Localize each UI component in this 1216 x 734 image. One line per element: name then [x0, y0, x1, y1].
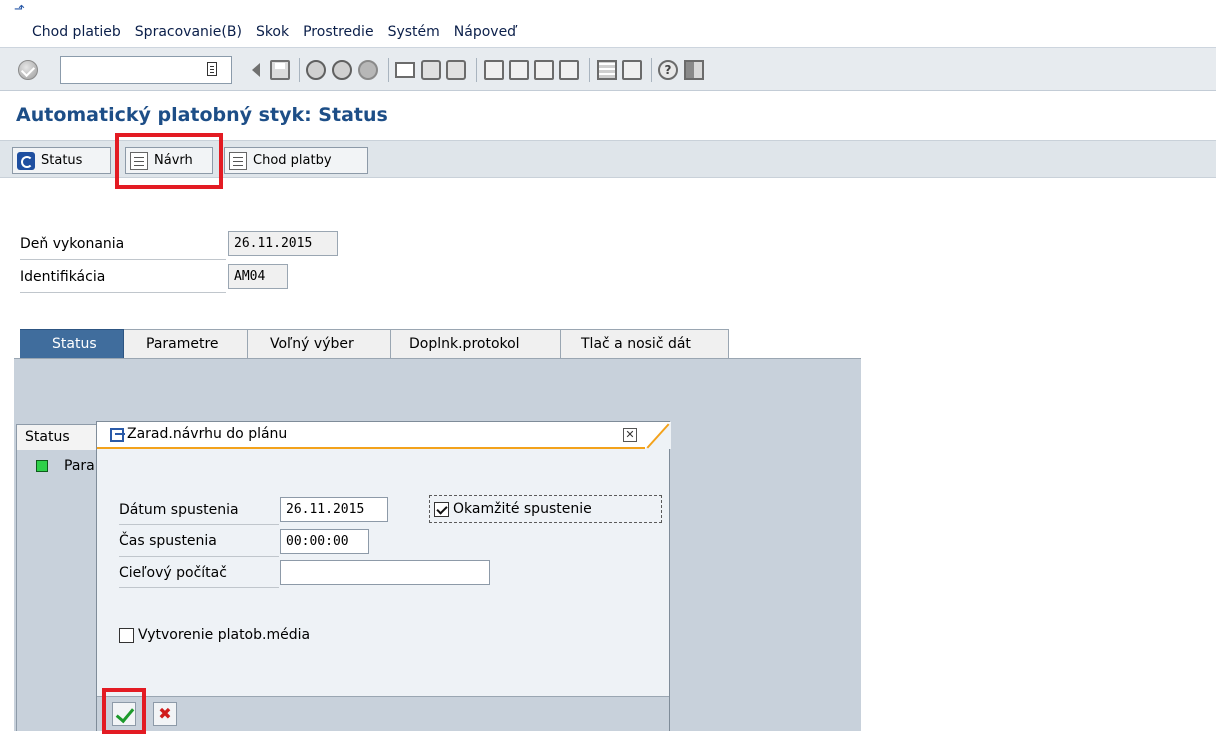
- menu-chod-platieb[interactable]: Chod platieb: [32, 24, 121, 40]
- toolbar-separator: [299, 58, 300, 82]
- cancel-icon[interactable]: [358, 60, 378, 80]
- run-date-label: Deň vykonania: [20, 236, 125, 252]
- highlight-frame-proposal: [115, 133, 223, 189]
- tab-strip: Status Parametre Voľný výber Doplnk.prot…: [20, 329, 729, 358]
- menu-prostredie[interactable]: Prostredie: [303, 24, 373, 40]
- menu-skok[interactable]: Skok: [256, 24, 289, 40]
- run-date-value: 26.11.2015: [228, 231, 338, 256]
- page-title: Automatický platobný styk: Status: [16, 104, 388, 126]
- status-ok-icon: [36, 460, 48, 472]
- app-window-icon[interactable]: ⬏: [14, 2, 30, 18]
- dialog-titlebar: Zarad.návrhu do plánu ✕: [97, 422, 669, 449]
- new-session-icon[interactable]: [597, 60, 617, 80]
- tab-tlac-nosic[interactable]: Tlač a nosič dát: [561, 329, 729, 358]
- exit-icon[interactable]: [332, 60, 352, 80]
- find-icon[interactable]: [421, 60, 441, 80]
- dialog-title: Zarad.návrhu do plánu: [127, 426, 288, 442]
- start-time-label: Čas spustenia: [119, 533, 217, 549]
- field-divider: [20, 259, 226, 260]
- next-page-icon[interactable]: [534, 60, 554, 80]
- toolbar-separator: [476, 58, 477, 82]
- layout-icon[interactable]: [684, 60, 704, 80]
- prev-page-icon[interactable]: [509, 60, 529, 80]
- identification-value: AM04: [228, 264, 288, 289]
- first-page-icon[interactable]: [484, 60, 504, 80]
- refresh-icon: [17, 151, 35, 170]
- create-media-checkbox[interactable]: Vytvorenie platob.média: [119, 627, 310, 643]
- application-toolbar: Status Návrh Chod platby: [0, 133, 1216, 189]
- status-button[interactable]: Status: [12, 147, 111, 174]
- field-divider: [119, 524, 279, 525]
- command-history-icon[interactable]: [207, 62, 217, 76]
- find-next-icon[interactable]: [446, 60, 466, 80]
- save-icon[interactable]: [270, 60, 290, 80]
- toolbar-separator: [388, 58, 389, 82]
- toolbar-separator: [651, 58, 652, 82]
- highlight-frame-confirm: [102, 688, 146, 734]
- enter-icon[interactable]: [18, 60, 38, 80]
- menu-napoved[interactable]: Nápoveď: [454, 24, 516, 40]
- payment-run-button-label: Chod platby: [253, 153, 332, 168]
- start-date-label: Dátum spustenia: [119, 502, 239, 518]
- status-line-text: Para: [64, 458, 95, 474]
- tab-doplnk-protokol[interactable]: Doplnk.protokol: [391, 329, 561, 358]
- dialog-window-icon[interactable]: [110, 428, 125, 442]
- help-icon[interactable]: ?: [658, 60, 678, 80]
- menu-system[interactable]: Systém: [388, 24, 440, 40]
- target-host-field[interactable]: [280, 560, 490, 585]
- shortcut-icon[interactable]: [622, 60, 642, 80]
- identification-label: Identifikácia: [20, 269, 106, 285]
- last-page-icon[interactable]: [559, 60, 579, 80]
- checkbox-unchecked-icon: [119, 627, 134, 643]
- payment-run-button[interactable]: Chod platby: [224, 147, 368, 174]
- schedule-proposal-dialog: Zarad.návrhu do plánu ✕ Dátum spustenia …: [96, 421, 671, 734]
- field-divider: [20, 292, 226, 293]
- standard-toolbar: ?: [0, 47, 1216, 91]
- start-date-field[interactable]: 26.11.2015: [280, 497, 388, 522]
- create-media-label: Vytvorenie platob.média: [138, 627, 311, 643]
- back-icon[interactable]: [252, 63, 260, 77]
- dialog-title-corner: [645, 422, 671, 449]
- dialog-footer: ✖: [97, 688, 669, 734]
- checkbox-checked-icon: [434, 501, 449, 517]
- menu-bar: Chod platieb Spracovanie(B) Skok Prostre…: [0, 18, 1216, 46]
- print-icon[interactable]: [395, 62, 415, 78]
- inner-tab-status[interactable]: Status: [16, 424, 98, 450]
- field-divider: [119, 556, 279, 557]
- immediate-start-label: Okamžité spustenie: [453, 501, 592, 517]
- tab-status[interactable]: Status: [20, 329, 124, 358]
- back-nav-icon[interactable]: [306, 60, 326, 80]
- menu-spracovanie[interactable]: Spracovanie(B): [135, 24, 242, 40]
- payment-run-icon: [229, 151, 247, 170]
- cancel-x-icon[interactable]: ✖: [153, 702, 177, 726]
- field-divider: [119, 587, 279, 588]
- tab-parametre[interactable]: Parametre: [124, 329, 248, 358]
- inner-status-area: [16, 450, 98, 731]
- toolbar-separator: [589, 58, 590, 82]
- immediate-start-checkbox[interactable]: Okamžité spustenie: [429, 495, 662, 523]
- target-host-label: Cieľový počítač: [119, 565, 227, 581]
- close-icon[interactable]: ✕: [623, 428, 637, 442]
- start-time-field[interactable]: 00:00:00: [280, 529, 369, 554]
- status-button-label: Status: [41, 153, 83, 168]
- tab-volny-vyber[interactable]: Voľný výber: [248, 329, 391, 358]
